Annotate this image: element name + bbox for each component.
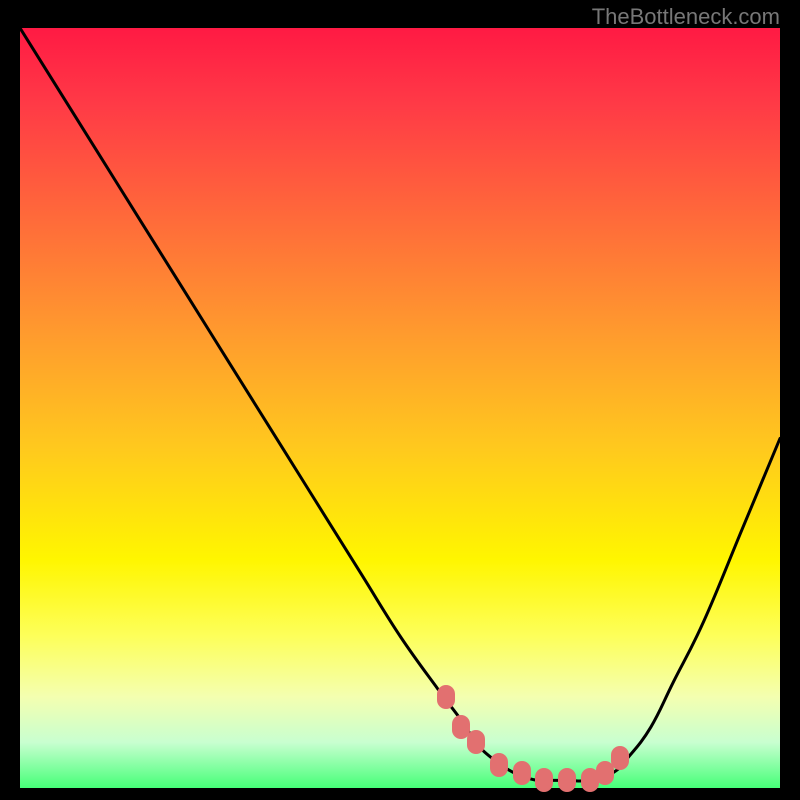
chart-frame (20, 28, 780, 788)
optimal-marker (490, 753, 508, 777)
optimal-range-markers (20, 28, 780, 788)
optimal-marker (437, 685, 455, 709)
optimal-marker (558, 768, 576, 792)
optimal-marker (535, 768, 553, 792)
optimal-marker (611, 746, 629, 770)
optimal-marker (513, 761, 531, 785)
attribution-text: TheBottleneck.com (592, 4, 780, 30)
optimal-marker (467, 730, 485, 754)
